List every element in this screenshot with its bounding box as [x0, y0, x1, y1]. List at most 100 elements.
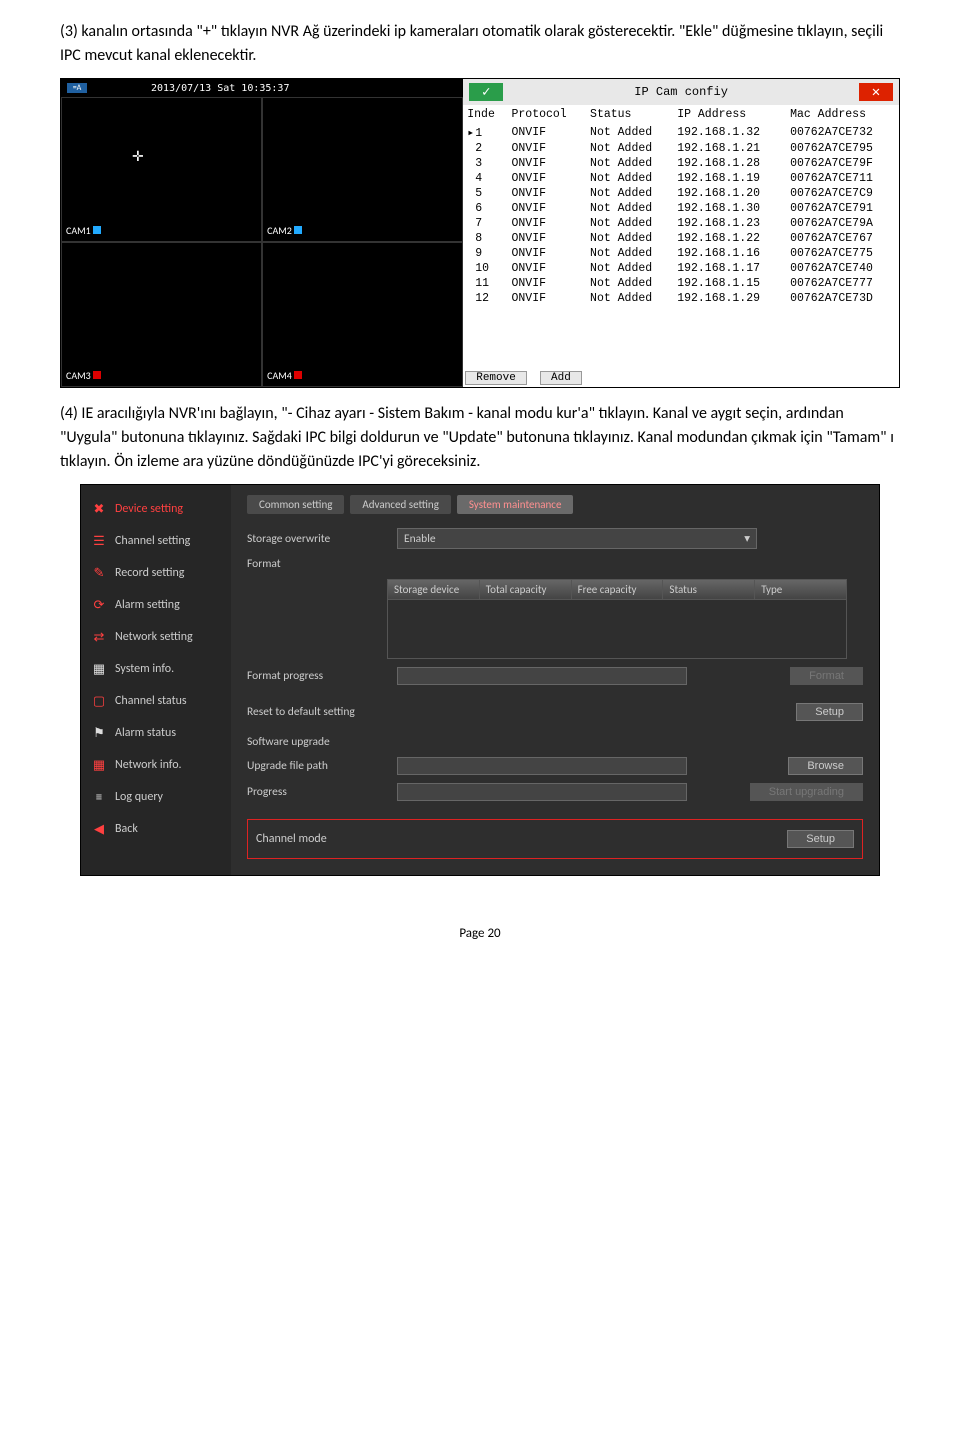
nvr-screenshot: =A 2013/07/13 Sat 10:35:37 ✛ CAM1 CAM2 C… — [60, 78, 900, 388]
ipcam-titlebar: ✓ IP Cam confiy ✕ — [463, 79, 899, 105]
upgrade-progress-bar — [397, 783, 687, 801]
cam2-label: CAM2 — [267, 224, 292, 237]
table-row[interactable]: 6ONVIFNot Added192.168.1.3000762A7CE791 — [463, 201, 899, 216]
sidebar-item-label: Alarm status — [115, 726, 176, 740]
col-ip: IP Address — [673, 105, 786, 124]
sidebar-item-alarm-setting[interactable]: ⟳ Alarm setting — [81, 589, 231, 621]
label-progress: Progress — [247, 785, 387, 799]
settings-main: Common setting Advanced setting System m… — [231, 485, 879, 875]
sidebar-icon: ⇄ — [91, 629, 107, 645]
table-row[interactable]: 11ONVIFNot Added192.168.1.1500762A7CE777 — [463, 276, 899, 291]
ipcam-config-panel: ✓ IP Cam confiy ✕ Inde Protocol Status I… — [463, 79, 899, 387]
storage-overwrite-value: Enable — [404, 532, 436, 546]
cam-cell-2[interactable]: CAM2 — [262, 97, 463, 242]
cam3-rec-icon — [93, 371, 101, 379]
table-row[interactable]: 3ONVIFNot Added192.168.1.2800762A7CE79F — [463, 156, 899, 171]
sidebar-item-record-setting[interactable]: ✎Record setting — [81, 557, 231, 589]
col-free-capacity: Free capacity — [572, 580, 664, 599]
sidebar-item-back[interactable]: ◀ Back — [81, 813, 231, 845]
mid-paragraph: (4) IE aracılığıyla NVR'ını bağlayın, "-… — [60, 402, 900, 474]
sidebar-icon: ≡ — [91, 789, 107, 805]
cam2-rec-icon — [294, 226, 302, 234]
sidebar-icon: ⚑ — [91, 725, 107, 741]
sidebar-item-label: Network info. — [115, 758, 182, 772]
tab-advanced[interactable]: Advanced setting — [350, 495, 450, 514]
intro-text: (3) kanalın ortasında "+" tıklayın NVR A… — [60, 22, 883, 65]
sidebar-item-log-query[interactable]: ≡Log query — [81, 781, 231, 813]
sidebar-item-label: Channel status — [115, 694, 187, 708]
cam4-rec-icon — [294, 371, 302, 379]
col-index: Inde — [463, 105, 507, 124]
table-row[interactable]: 4ONVIFNot Added192.168.1.1900762A7CE711 — [463, 171, 899, 186]
col-total-capacity: Total capacity — [480, 580, 572, 599]
tab-common[interactable]: Common setting — [247, 495, 344, 514]
sidebar-item-label: System info. — [115, 662, 174, 676]
intro-paragraph: (3) kanalın ortasında "+" tıklayın NVR A… — [60, 20, 900, 68]
sidebar-item-label: Channel setting — [115, 534, 190, 548]
sidebar-item-channel-status[interactable]: ▢ Channel status — [81, 685, 231, 717]
sidebar-item-label: Record setting — [115, 566, 184, 580]
cam1-label: CAM1 — [66, 224, 91, 237]
sidebar-item-label: Alarm setting — [115, 598, 180, 612]
upgrade-path-input[interactable] — [397, 757, 687, 775]
storage-table: Storage device Total capacity Free capac… — [387, 579, 847, 659]
sidebar-item-label: Device setting — [115, 502, 183, 516]
col-storage-device: Storage device — [388, 580, 480, 599]
cam1-rec-icon — [93, 226, 101, 234]
label-reset: Reset to default setting — [247, 705, 355, 719]
cam4-label: CAM4 — [267, 369, 292, 382]
sidebar-item-label: Back — [115, 822, 138, 836]
nvr-preview-pane: =A 2013/07/13 Sat 10:35:37 ✛ CAM1 CAM2 C… — [61, 79, 463, 387]
browse-button[interactable]: Browse — [788, 757, 863, 775]
col-type: Type — [755, 580, 846, 599]
cam-cell-1[interactable]: ✛ CAM1 — [61, 97, 262, 242]
format-button[interactable]: Format — [790, 667, 863, 685]
table-row[interactable]: 8ONVIFNot Added192.168.1.2200762A7CE767 — [463, 231, 899, 246]
sidebar-icon: ▢ — [91, 693, 107, 709]
table-row[interactable]: 10ONVIFNot Added192.168.1.1700762A7CE740 — [463, 261, 899, 276]
label-upgrade-path: Upgrade file path — [247, 759, 387, 773]
cam-cell-4[interactable]: CAM4 — [262, 242, 463, 387]
channel-mode-setup-button[interactable]: Setup — [787, 830, 854, 848]
channel-mode-box: Channel mode Setup — [247, 819, 863, 859]
col-mac: Mac Address — [786, 105, 899, 124]
ipcam-table: Inde Protocol Status IP Address Mac Addr… — [463, 105, 899, 306]
label-software-upgrade: Software upgrade — [247, 735, 330, 749]
tab-maintenance[interactable]: System maintenance — [457, 495, 574, 514]
sidebar-item-network-info-[interactable]: ▦ Network info. — [81, 749, 231, 781]
nvr-datetime: 2013/07/13 Sat 10:35:37 — [151, 83, 289, 94]
table-row[interactable]: ▸1ONVIFNot Added192.168.1.3200762A7CE732 — [463, 124, 899, 141]
remove-button[interactable]: Remove — [465, 371, 527, 385]
nvr-settings-screenshot: ✖Device setting☰Channel setting✎Record s… — [80, 484, 880, 876]
sidebar-item-channel-setting[interactable]: ☰Channel setting — [81, 525, 231, 557]
sidebar-item-alarm-status[interactable]: ⚑ Alarm status — [81, 717, 231, 749]
ok-button[interactable]: ✓ — [469, 83, 503, 101]
table-row[interactable]: 12ONVIFNot Added192.168.1.2900762A7CE73D — [463, 291, 899, 306]
label-channel-mode: Channel mode — [256, 832, 327, 846]
label-storage-overwrite: Storage overwrite — [247, 532, 387, 546]
table-row[interactable]: 7ONVIFNot Added192.168.1.2300762A7CE79A — [463, 216, 899, 231]
format-progress-bar — [397, 667, 687, 685]
table-row[interactable]: 9ONVIFNot Added192.168.1.1600762A7CE775 — [463, 246, 899, 261]
label-format-progress: Format progress — [247, 669, 387, 683]
settings-sidebar: ✖Device setting☰Channel setting✎Record s… — [81, 485, 231, 875]
chevron-down-icon: ▾ — [744, 531, 750, 546]
cam-cell-3[interactable]: CAM3 — [61, 242, 262, 387]
col-status: Status — [663, 580, 755, 599]
sidebar-icon: ▦ — [91, 757, 107, 773]
close-button[interactable]: ✕ — [859, 83, 893, 101]
sidebar-icon: ⟳ — [91, 597, 107, 613]
col-status: Status — [586, 105, 673, 124]
ipcam-title: IP Cam confiy — [634, 85, 728, 99]
table-row[interactable]: 2ONVIFNot Added192.168.1.2100762A7CE795 — [463, 141, 899, 156]
start-upgrading-button[interactable]: Start upgrading — [750, 783, 863, 801]
page-number: Page 20 — [60, 886, 900, 961]
reset-setup-button[interactable]: Setup — [796, 703, 863, 721]
add-button[interactable]: Add — [540, 371, 582, 385]
sidebar-item-device-setting[interactable]: ✖Device setting — [81, 493, 231, 525]
sidebar-icon: ◀ — [91, 821, 107, 837]
table-row[interactable]: 5ONVIFNot Added192.168.1.2000762A7CE7C9 — [463, 186, 899, 201]
sidebar-item-system-info-[interactable]: ▦System info. — [81, 653, 231, 685]
sidebar-item-network-setting[interactable]: ⇄Network setting — [81, 621, 231, 653]
storage-overwrite-select[interactable]: Enable ▾ — [397, 528, 757, 549]
